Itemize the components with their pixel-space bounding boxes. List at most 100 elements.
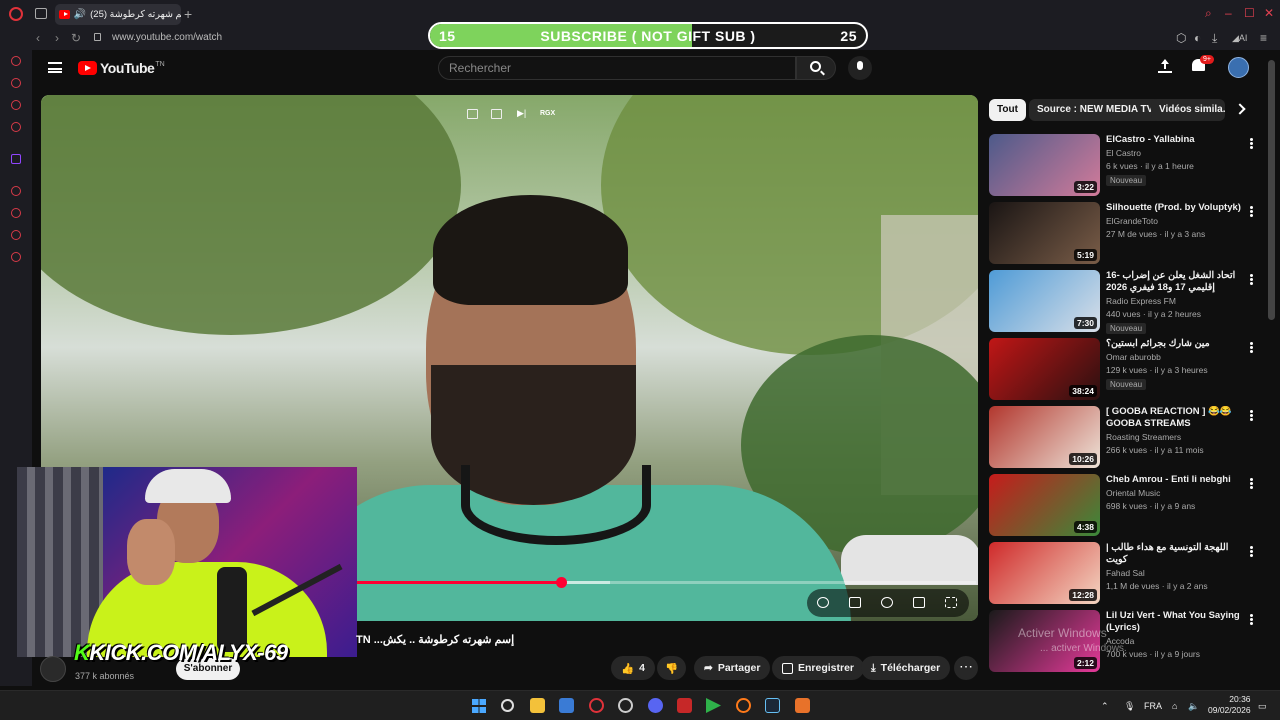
chip-all[interactable]: Tout	[989, 99, 1026, 121]
recommendation-item[interactable]: 12:28 اللهجة التونسية مع هداء طالب | كويت…	[989, 542, 1261, 604]
steam-icon[interactable]	[765, 698, 780, 713]
back-icon[interactable]: ‹	[36, 31, 40, 45]
sidebar-player-icon[interactable]	[11, 186, 21, 196]
recommendation-item[interactable]: 38:24 مين شارك بجرائم ابستين؟ Omar aburobb…	[989, 338, 1261, 400]
recommendation-thumbnail[interactable]: 4:38	[989, 474, 1100, 536]
app-icon[interactable]	[677, 698, 692, 713]
menu-icon[interactable]	[48, 62, 62, 73]
recommendation-thumbnail[interactable]: 3:22	[989, 134, 1100, 196]
theater-mode-icon[interactable]	[913, 597, 925, 608]
recommendation-channel[interactable]: Fahad Sal	[1106, 568, 1145, 578]
recommendation-thumbnail[interactable]: 12:28	[989, 542, 1100, 604]
save-button[interactable]: Enregistrer	[772, 656, 865, 680]
upload-icon[interactable]	[1158, 59, 1172, 73]
recommendation-title[interactable]: اللهجة التونسية مع هداء طالب | كويت	[1106, 542, 1246, 566]
search-button[interactable]	[796, 56, 836, 80]
reload-icon[interactable]: ↻	[71, 31, 81, 45]
recommendation-channel[interactable]: Roasting Streamers	[1106, 432, 1181, 442]
more-options-icon[interactable]	[1250, 410, 1253, 413]
more-actions-icon[interactable]: ⋯	[954, 656, 978, 680]
minimize-icon[interactable]: –	[1225, 6, 1232, 20]
recommendation-thumbnail[interactable]: 38:24	[989, 338, 1100, 400]
recommendation-thumbnail[interactable]: 10:26	[989, 406, 1100, 468]
sidebar-twitch-icon[interactable]	[11, 154, 21, 164]
opera-taskbar-icon[interactable]	[589, 698, 604, 713]
recommendation-title[interactable]: Cheb Amrou - Enti li nebghi	[1106, 474, 1246, 486]
more-options-icon[interactable]	[1250, 614, 1253, 617]
recommendation-title[interactable]: مين شارك بجرائم ابستين؟	[1106, 338, 1246, 350]
like-button[interactable]: 👍 4	[611, 656, 655, 680]
youtube-logo[interactable]: YouTube TN	[78, 60, 165, 76]
close-icon[interactable]: ✕	[1264, 6, 1274, 20]
recommendation-item[interactable]: 10:26 [ GOOBA REACTION ] 😂😂 GOOBA STREAMS…	[989, 406, 1261, 468]
store-icon[interactable]	[559, 698, 574, 713]
sidebar-messenger-icon[interactable]	[11, 100, 21, 110]
start-icon[interactable]	[472, 699, 486, 713]
maximize-icon[interactable]: ☐	[1244, 6, 1255, 20]
obs-icon[interactable]	[618, 698, 633, 713]
recommendation-item[interactable]: 3:22 ElCastro - Yallabina El Castro 6 k vue…	[989, 134, 1261, 196]
more-options-icon[interactable]	[1250, 478, 1253, 481]
mic-tray-icon[interactable]: 🎙	[1124, 701, 1135, 712]
recommendation-title[interactable]: ElCastro - Yallabina	[1106, 134, 1246, 146]
pip-icon[interactable]	[491, 109, 502, 119]
chip-similar[interactable]: Vidéos simila...	[1151, 99, 1225, 121]
recommendation-thumbnail[interactable]: 5:19	[989, 202, 1100, 264]
more-options-icon[interactable]	[1250, 206, 1253, 209]
sidebar-shopping-icon[interactable]	[11, 78, 21, 88]
chip-source[interactable]: Source : NEW MEDIA TV	[1029, 99, 1162, 121]
more-options-icon[interactable]	[1250, 546, 1253, 549]
share-button[interactable]: ➦ Partager	[694, 656, 771, 680]
opera-logo-icon[interactable]	[9, 7, 23, 21]
recommendation-channel[interactable]: Oriental Music	[1106, 488, 1160, 498]
recommendation-thumbnail[interactable]: 7:30	[989, 270, 1100, 332]
editor-icon[interactable]	[795, 698, 810, 713]
recommendation-title[interactable]: [ GOOBA REACTION ] 😂😂 GOOBA STREAMS HIGH…	[1106, 406, 1246, 430]
recommendation-item[interactable]: 2:12 Lil Uzi Vert - What You Saying (Lyri…	[989, 610, 1261, 672]
voice-search-icon[interactable]	[848, 56, 872, 80]
file-explorer-icon[interactable]	[530, 698, 545, 713]
ai-icon[interactable]: ◢AI	[1232, 33, 1247, 44]
popout-icon[interactable]	[467, 109, 478, 119]
recommendation-channel[interactable]: El Castro	[1106, 148, 1141, 158]
sidebar-whatsapp-icon[interactable]	[11, 122, 21, 132]
sidebar-ai-icon[interactable]	[11, 56, 21, 66]
player-app-icon[interactable]	[706, 698, 721, 713]
progress-bar[interactable]	[356, 581, 976, 584]
url-field[interactable]: www.youtube.com/watch	[112, 32, 222, 43]
download-button[interactable]: ⤓ Télécharger	[861, 656, 951, 680]
scrubber-handle[interactable]	[555, 577, 567, 588]
tray-chevron-icon[interactable]: ⌃	[1101, 701, 1109, 712]
speaker-icon[interactable]: 🔊	[74, 9, 86, 20]
dislike-button[interactable]: 👎	[657, 656, 687, 680]
browser-tab[interactable]: 🔊 إسم شهرته كرطوشة (25)	[55, 4, 181, 25]
search-tabs-icon[interactable]: ⌕	[1205, 6, 1212, 21]
extensions-icon[interactable]: ⬡	[1176, 31, 1186, 45]
recommendation-channel[interactable]: ElGrandeToto	[1106, 216, 1158, 226]
recommendation-item[interactable]: 7:30 16- اتحاد الشغل يعلن عن إضراب إقليمي…	[989, 270, 1261, 334]
scrollbar[interactable]	[1268, 60, 1275, 320]
search-app-icon[interactable]	[736, 698, 751, 713]
vpn-icon[interactable]: ◐	[1194, 31, 1201, 45]
discord-icon[interactable]	[648, 698, 663, 713]
next-icon[interactable]: ▶|	[517, 109, 528, 119]
download-icon[interactable]: ⤓	[1212, 31, 1217, 46]
recommendation-item[interactable]: 4:38 Cheb Amrou - Enti li nebghi Oriental …	[989, 474, 1261, 536]
recommendation-item[interactable]: 5:19 Silhouette (Prod. by Voluptyk) ElGran…	[989, 202, 1261, 264]
recommendation-channel[interactable]: Radio Express FM	[1106, 296, 1176, 306]
account-avatar[interactable]	[1228, 57, 1249, 78]
browser-menu-icon[interactable]: ≡	[1260, 31, 1267, 45]
more-options-icon[interactable]	[1250, 138, 1253, 141]
sidebar-extensions-icon[interactable]	[11, 230, 21, 240]
recommendation-channel[interactable]: Omar aburobb	[1106, 352, 1161, 362]
forward-icon[interactable]: ›	[55, 31, 59, 45]
new-tab-icon[interactable]: +	[184, 7, 192, 21]
search-taskbar-icon[interactable]	[501, 699, 514, 712]
channel-avatar[interactable]	[40, 656, 66, 682]
volume-icon[interactable]: 🔈	[1188, 701, 1199, 712]
subtitles-icon[interactable]	[849, 597, 861, 608]
sidebar-history-icon[interactable]	[11, 208, 21, 218]
network-icon[interactable]: ⌂	[1172, 701, 1177, 711]
recommendation-title[interactable]: 16- اتحاد الشغل يعلن عن إضراب إقليمي 17 …	[1106, 270, 1246, 294]
recommendation-title[interactable]: Silhouette (Prod. by Voluptyk)	[1106, 202, 1246, 214]
